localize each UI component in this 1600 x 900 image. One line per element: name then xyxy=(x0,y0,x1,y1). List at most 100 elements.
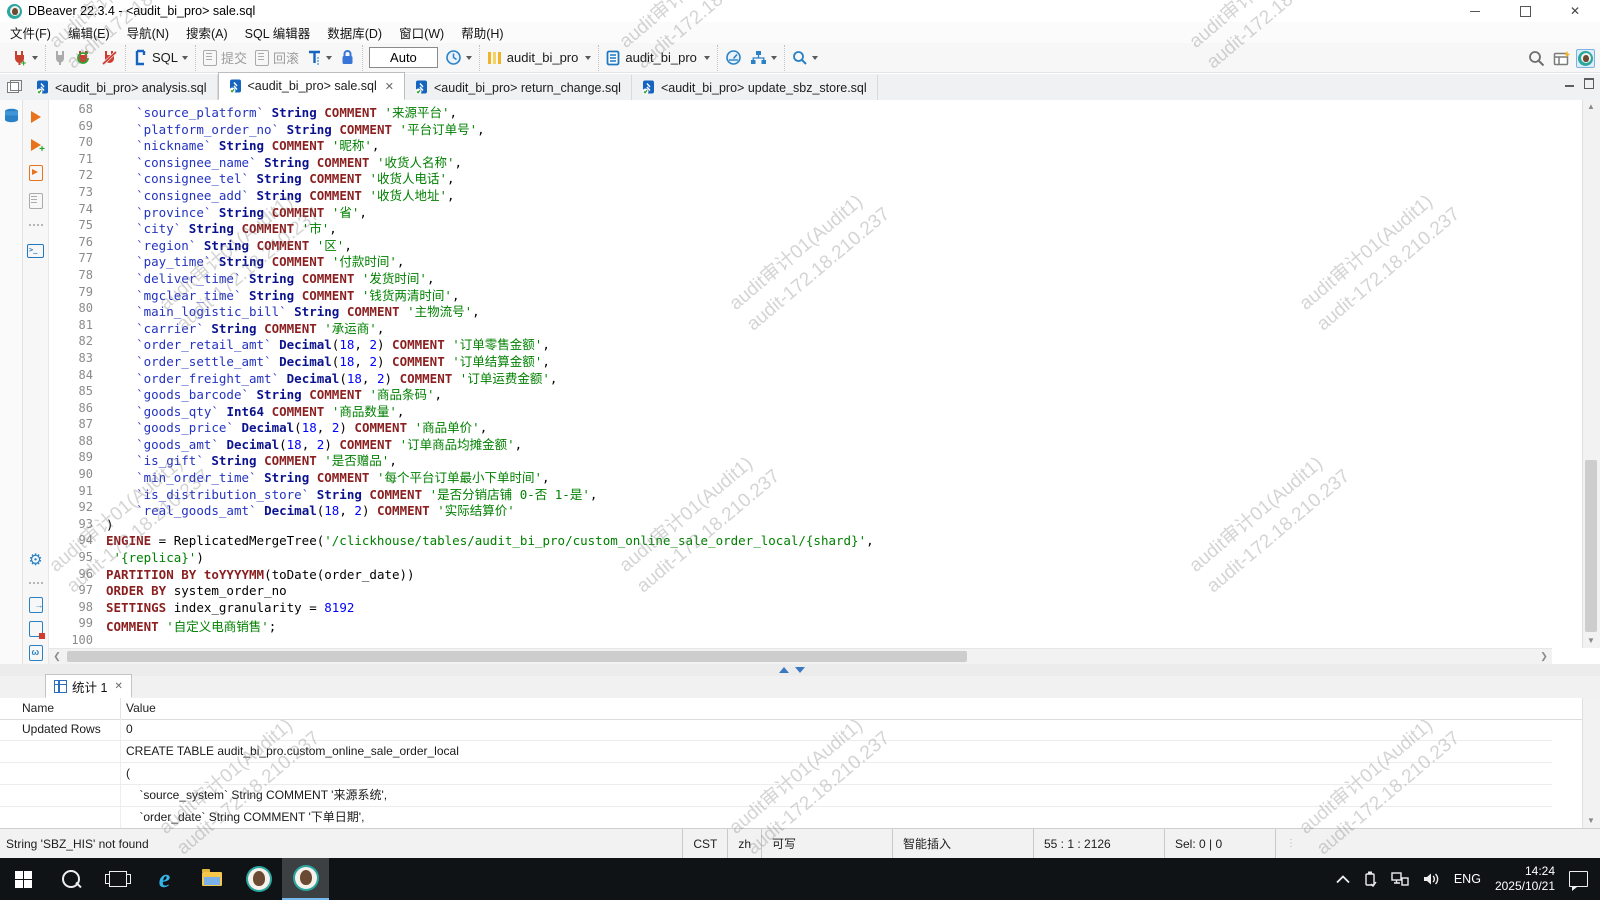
code-line[interactable]: 79 `mgclear_time` String COMMENT '钱货两清时间… xyxy=(49,285,1552,302)
editor-tab[interactable]: <audit_bi_pro> analysis.sql xyxy=(26,75,218,100)
stats-row[interactable]: `order_date` String COMMENT '下单日期', xyxy=(0,807,1552,828)
menu-item[interactable]: 导航(N) xyxy=(127,23,169,42)
rollback-button[interactable]: 回滚 xyxy=(252,46,302,69)
commit-button[interactable]: 提交 xyxy=(200,46,250,69)
dbeaver-taskbar-button-active[interactable] xyxy=(282,858,329,900)
menu-item[interactable]: SQL 编辑器 xyxy=(245,23,311,42)
code-line[interactable]: 93) xyxy=(49,517,1552,534)
dbeaver-perspective-button[interactable] xyxy=(1576,49,1595,68)
export-resultset-button[interactable] xyxy=(27,596,44,613)
menu-item[interactable]: 数据库(D) xyxy=(327,23,382,42)
code-line[interactable]: 73 `consignee_add` String COMMENT '收货人地址… xyxy=(49,185,1552,202)
code-line[interactable]: 74 `province` String COMMENT '省', xyxy=(49,202,1552,219)
code-line[interactable]: 71 `consignee_name` String COMMENT '收货人名… xyxy=(49,152,1552,169)
editor-vscrollbar[interactable]: ▲ ▼ xyxy=(1582,100,1600,648)
action-center-icon[interactable] xyxy=(1569,871,1588,887)
commit-mode-selector[interactable]: Auto xyxy=(369,47,438,68)
dbeaver-taskbar-button[interactable] xyxy=(235,858,282,900)
schema-selector[interactable]: audit_bi_pro xyxy=(603,48,713,68)
menu-item[interactable]: 编辑(E) xyxy=(68,23,110,42)
menu-item[interactable]: 窗口(W) xyxy=(399,23,444,42)
connection-selector[interactable]: audit_bi_pro xyxy=(484,48,595,68)
internet-explorer-button[interactable]: e xyxy=(141,858,188,900)
editor-settings-button[interactable]: ⚙ xyxy=(27,552,44,569)
code-line[interactable]: 92 `real_goods_amt` Decimal(18, 2) COMME… xyxy=(49,500,1552,517)
code-line[interactable]: 90 `min_order_time` String COMMENT '每个平台… xyxy=(49,467,1552,484)
scroll-down-icon[interactable]: ▼ xyxy=(1583,634,1599,648)
sash-expand-icon[interactable] xyxy=(779,667,789,673)
execute-new-tab-button[interactable]: + xyxy=(27,136,44,153)
editor-tab[interactable]: <audit_bi_pro> return_change.sql xyxy=(405,75,632,100)
code-line[interactable]: 97ORDER BY system_order_no xyxy=(49,583,1552,600)
disconnect-button[interactable] xyxy=(98,47,121,68)
code-line[interactable]: 94ENGINE = ReplicatedMergeTree('/clickho… xyxy=(49,533,1552,550)
maximize-button[interactable] xyxy=(1500,0,1550,22)
execute-statement-button[interactable] xyxy=(27,108,44,125)
minimize-button[interactable] xyxy=(1450,0,1500,22)
code-line[interactable]: 72 `consignee_tel` String COMMENT '收货人电话… xyxy=(49,168,1552,185)
quick-access-search-button[interactable] xyxy=(1525,48,1548,69)
code-line[interactable]: 100 xyxy=(49,633,1552,648)
scroll-down-icon[interactable]: ▼ xyxy=(1583,814,1599,828)
tray-expand-icon[interactable] xyxy=(1336,875,1350,884)
scroll-right-icon[interactable]: ❯ xyxy=(1536,649,1552,665)
code-line[interactable]: 91 `is_distribution_store` String COMMEN… xyxy=(49,484,1552,501)
maximize-editor-icon[interactable] xyxy=(1584,78,1594,89)
code-line[interactable]: 80 `main_logistic_bill` String COMMENT '… xyxy=(49,301,1552,318)
hscroll-thumb[interactable] xyxy=(67,651,967,662)
editor-tab[interactable]: <audit_bi_pro> sale.sql✕ xyxy=(218,72,405,100)
task-view-button[interactable] xyxy=(94,858,141,900)
sql-terminal-button[interactable]: >_ xyxy=(27,242,44,259)
code-line[interactable]: 68 `source_platform` String COMMENT '来源平… xyxy=(49,102,1552,119)
new-connection-button[interactable]: + xyxy=(8,47,41,68)
menu-item[interactable]: 搜索(A) xyxy=(186,23,228,42)
code-line[interactable]: 84 `order_freight_amt` Decimal(18, 2) CO… xyxy=(49,368,1552,385)
menu-item[interactable]: 文件(F) xyxy=(10,23,51,42)
restore-view-button[interactable] xyxy=(0,74,26,100)
file-explorer-button[interactable] xyxy=(188,858,235,900)
code-area[interactable]: 68 `source_platform` String COMMENT '来源平… xyxy=(49,100,1552,648)
transaction-log-button[interactable] xyxy=(442,47,475,68)
network-icon[interactable] xyxy=(1391,872,1409,886)
stats-row[interactable]: ( xyxy=(0,763,1552,785)
code-line[interactable]: 89 `is_gift` String COMMENT '是否赠品', xyxy=(49,450,1552,467)
code-line[interactable]: 96PARTITION BY toYYYYMM(toDate(order_dat… xyxy=(49,567,1552,584)
scroll-up-icon[interactable]: ▲ xyxy=(1583,100,1599,114)
column-header-value[interactable]: Value xyxy=(121,698,156,719)
code-line[interactable]: 76 `region` String COMMENT '区', xyxy=(49,235,1552,252)
sql-editor-button[interactable]: SQL xyxy=(130,47,191,68)
stats-row[interactable]: CREATE TABLE audit_bi_pro.custom_online_… xyxy=(0,741,1552,763)
stats-row[interactable]: `source_system` String COMMENT '来源系统', xyxy=(0,785,1552,807)
taskbar-clock[interactable]: 14:24 2025/10/21 xyxy=(1495,864,1555,894)
editor-hscrollbar[interactable]: ❮ ❯ xyxy=(49,648,1552,665)
execute-script-button[interactable] xyxy=(27,164,44,181)
code-line[interactable]: 77 `pay_time` String COMMENT '付款时间', xyxy=(49,251,1552,268)
status-caret-position[interactable]: 55 : 1 : 2126 xyxy=(1033,829,1164,858)
usb-device-icon[interactable] xyxy=(1364,871,1377,888)
code-line[interactable]: 78 `deliver_time` String COMMENT '发货时间', xyxy=(49,268,1552,285)
code-line[interactable]: 83 `order_settle_amt` Decimal(18, 2) COM… xyxy=(49,351,1552,368)
input-language[interactable]: ENG xyxy=(1454,872,1481,886)
editor-tab[interactable]: <audit_bi_pro> update_sbz_store.sql xyxy=(632,75,878,100)
panel-sash[interactable] xyxy=(0,664,1600,676)
code-line[interactable]: 70 `nickname` String COMMENT '昵称', xyxy=(49,135,1552,152)
code-line[interactable]: 95 '{replica}') xyxy=(49,550,1552,567)
database-navigator-icon[interactable] xyxy=(3,108,20,124)
code-line[interactable]: 86 `goods_qty` Int64 COMMENT '商品数量', xyxy=(49,401,1552,418)
close-button[interactable]: ✕ xyxy=(1550,0,1600,22)
close-tab-icon[interactable]: ✕ xyxy=(114,681,122,692)
code-line[interactable]: 69 `platform_order_no` String COMMENT '平… xyxy=(49,119,1552,136)
taskbar-search-button[interactable] xyxy=(47,858,94,900)
reconnect-button[interactable] xyxy=(73,47,96,68)
open-perspective-button[interactable] xyxy=(1550,48,1574,69)
close-tab-icon[interactable]: ✕ xyxy=(385,80,394,93)
stats-tab[interactable]: 统计 1 ✕ xyxy=(45,674,132,698)
code-line[interactable]: 87 `goods_price` Decimal(18, 2) COMMENT … xyxy=(49,417,1552,434)
dashboard-button[interactable] xyxy=(722,47,745,68)
start-button[interactable] xyxy=(0,858,47,900)
network-profile-button[interactable] xyxy=(747,48,780,68)
script-output-button[interactable] xyxy=(27,620,44,637)
scroll-left-icon[interactable]: ❮ xyxy=(49,649,65,665)
connect-button[interactable] xyxy=(50,47,71,68)
code-line[interactable]: 98SETTINGS index_granularity = 8192 xyxy=(49,600,1552,617)
